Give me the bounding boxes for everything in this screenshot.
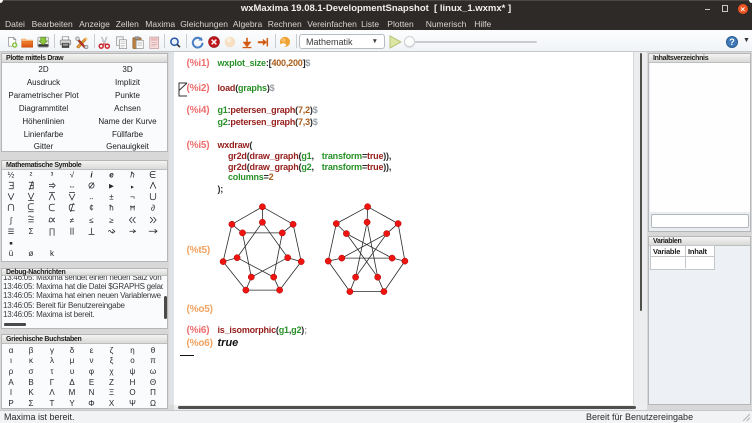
svg-text:ü: ü: [9, 249, 13, 258]
svg-text:e: e: [109, 170, 114, 179]
svg-text:½: ½: [8, 170, 15, 179]
svg-text:∂: ∂: [151, 203, 155, 212]
svg-text:k: k: [50, 249, 55, 258]
svg-text:³: ³: [51, 170, 54, 179]
svg-text:►: ►: [130, 184, 135, 190]
svg-text:ħ: ħ: [109, 203, 113, 212]
svg-text:ħ: ħ: [130, 170, 135, 179]
svg-text:√: √: [70, 170, 75, 179]
svg-text:¢: ¢: [89, 203, 93, 212]
svg-text:¬: ¬: [130, 192, 135, 201]
svg-text:²: ²: [30, 170, 33, 179]
svg-text:↔: ↔: [89, 195, 95, 201]
svg-text:▪: ▪: [9, 238, 13, 249]
svg-text:i: i: [90, 170, 93, 179]
svg-text:≤: ≤: [89, 215, 94, 224]
svg-text:⇔: ⇔: [68, 181, 76, 190]
svg-text:≥: ≥: [109, 215, 114, 224]
svg-text:Σ: Σ: [29, 227, 34, 236]
svg-text:ø: ø: [29, 249, 34, 258]
svg-text:≠: ≠: [70, 215, 75, 224]
svg-text:Ħ: Ħ: [130, 205, 135, 212]
svg-text:∏: ∏: [49, 227, 56, 236]
svg-text:±: ±: [109, 192, 114, 201]
svg-text:►: ►: [108, 181, 116, 190]
svg-text:∫: ∫: [9, 215, 13, 224]
